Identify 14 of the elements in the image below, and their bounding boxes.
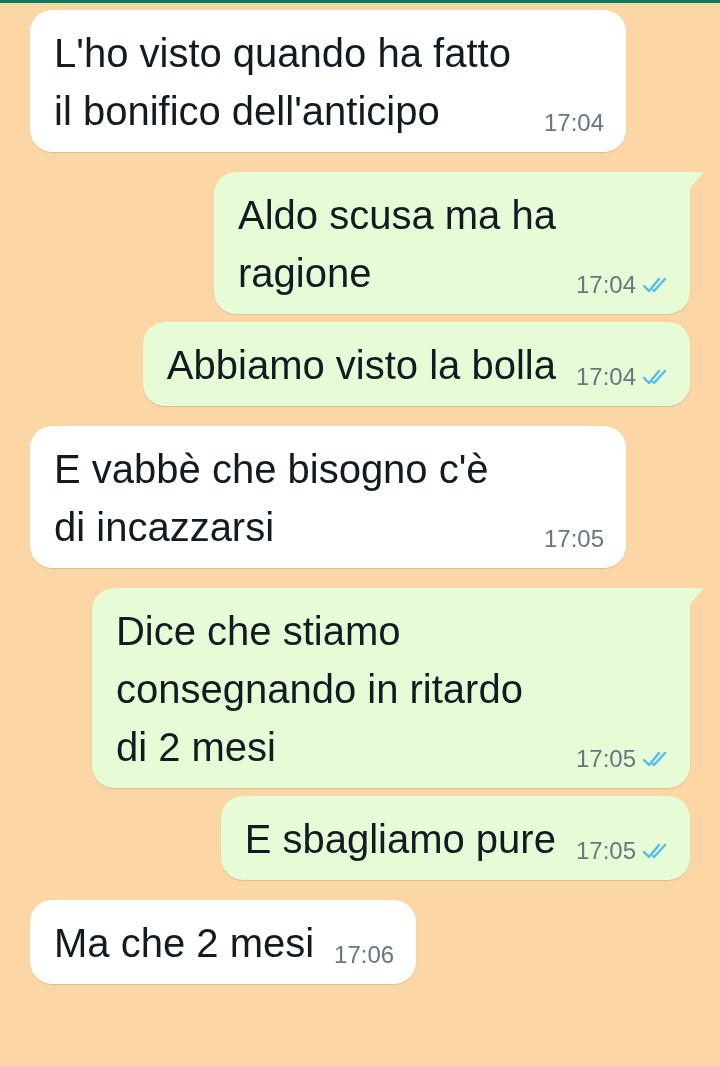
message-text: L'ho visto quando ha fatto il bonifico dell'anticipo: [54, 30, 512, 135]
message-text: Dice che stiamo consegnando in ritardo di 2 mesi: [115, 608, 524, 771]
message-text: Aldo scusa ma ha ragione: [238, 192, 556, 297]
message-time: 17:04: [544, 108, 605, 138]
message-text: E sbagliamo pure: [244, 816, 556, 863]
message-text: E vabbè che bisogno c'è di incazzarsi: [54, 446, 490, 551]
message-text: Abbiamo visto la bolla: [166, 342, 556, 389]
message-time: 17:04: [575, 270, 636, 300]
message-time: 17:04: [575, 362, 636, 392]
message-time: 17:05: [575, 744, 636, 774]
message-time: 17:05: [544, 524, 605, 554]
message-time: 17:05: [575, 836, 636, 866]
message-time: 17:06: [334, 940, 395, 970]
message-text: Ma che 2 mesi: [54, 920, 315, 967]
